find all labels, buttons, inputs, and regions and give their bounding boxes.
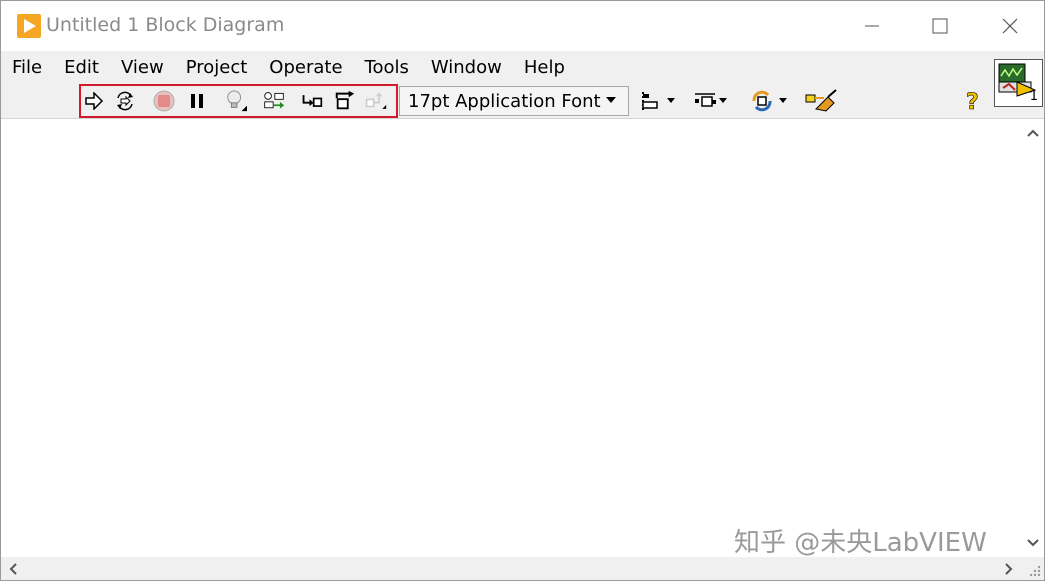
window-title: Untitled 1 Block Diagram bbox=[46, 14, 285, 36]
menu-operate[interactable]: Operate bbox=[269, 57, 342, 78]
text-settings-dropdown[interactable]: 17pt Application Font bbox=[399, 86, 629, 116]
run-arrow-icon[interactable] bbox=[83, 90, 105, 112]
scroll-up-icon[interactable] bbox=[1024, 125, 1042, 141]
resize-grip-icon[interactable] bbox=[1021, 557, 1044, 580]
minimize-button[interactable] bbox=[837, 1, 907, 51]
step-out-icon[interactable] bbox=[365, 90, 387, 112]
clean-up-diagram-icon[interactable] bbox=[804, 89, 838, 112]
title-bar: Untitled 1 Block Diagram bbox=[1, 1, 1044, 51]
distribute-objects-icon[interactable] bbox=[693, 90, 729, 112]
connector-pane-number: 1 bbox=[1029, 89, 1038, 104]
highlight-execution-icon[interactable] bbox=[225, 90, 247, 112]
horizontal-scrollbar[interactable] bbox=[1, 557, 1021, 580]
menu-tools[interactable]: Tools bbox=[365, 57, 409, 78]
step-into-icon[interactable] bbox=[301, 90, 323, 112]
context-help-icon[interactable]: ? bbox=[962, 90, 984, 113]
align-objects-icon[interactable] bbox=[641, 90, 677, 112]
scroll-right-icon[interactable] bbox=[1001, 560, 1017, 578]
menu-file[interactable]: File bbox=[12, 57, 42, 78]
labview-app-icon bbox=[17, 14, 41, 38]
vi-icon-connector-pane[interactable]: 1 bbox=[994, 59, 1043, 107]
step-over-icon[interactable] bbox=[334, 90, 356, 112]
menu-bar: File Edit View Project Operate Tools Win… bbox=[1, 51, 1044, 83]
labview-window: Untitled 1 Block Diagram File Edit View … bbox=[0, 0, 1045, 581]
vertical-scrollbar[interactable] bbox=[1021, 120, 1044, 557]
chevron-down-icon bbox=[606, 97, 616, 103]
font-select-value: 17pt Application Font bbox=[408, 90, 601, 112]
watermark-text: 知乎 @未央LabVIEW bbox=[734, 528, 987, 558]
scroll-down-icon[interactable] bbox=[1024, 535, 1042, 551]
menu-edit[interactable]: Edit bbox=[64, 57, 99, 78]
menu-view[interactable]: View bbox=[121, 57, 164, 78]
run-continuously-icon[interactable] bbox=[114, 90, 136, 112]
retain-wire-values-icon[interactable] bbox=[263, 90, 285, 112]
scroll-left-icon[interactable] bbox=[5, 560, 21, 578]
toolbar: 17pt Application Font ? bbox=[1, 83, 1044, 119]
block-diagram-canvas[interactable] bbox=[1, 120, 1021, 557]
abort-execution-icon[interactable] bbox=[153, 90, 175, 112]
maximize-button[interactable] bbox=[905, 1, 975, 51]
reorder-icon[interactable] bbox=[749, 90, 789, 112]
svg-text:?: ? bbox=[966, 90, 979, 113]
menu-help[interactable]: Help bbox=[524, 57, 565, 78]
menu-project[interactable]: Project bbox=[186, 57, 248, 78]
menu-window[interactable]: Window bbox=[431, 57, 502, 78]
close-button[interactable] bbox=[975, 1, 1045, 51]
pause-icon[interactable] bbox=[186, 90, 208, 112]
